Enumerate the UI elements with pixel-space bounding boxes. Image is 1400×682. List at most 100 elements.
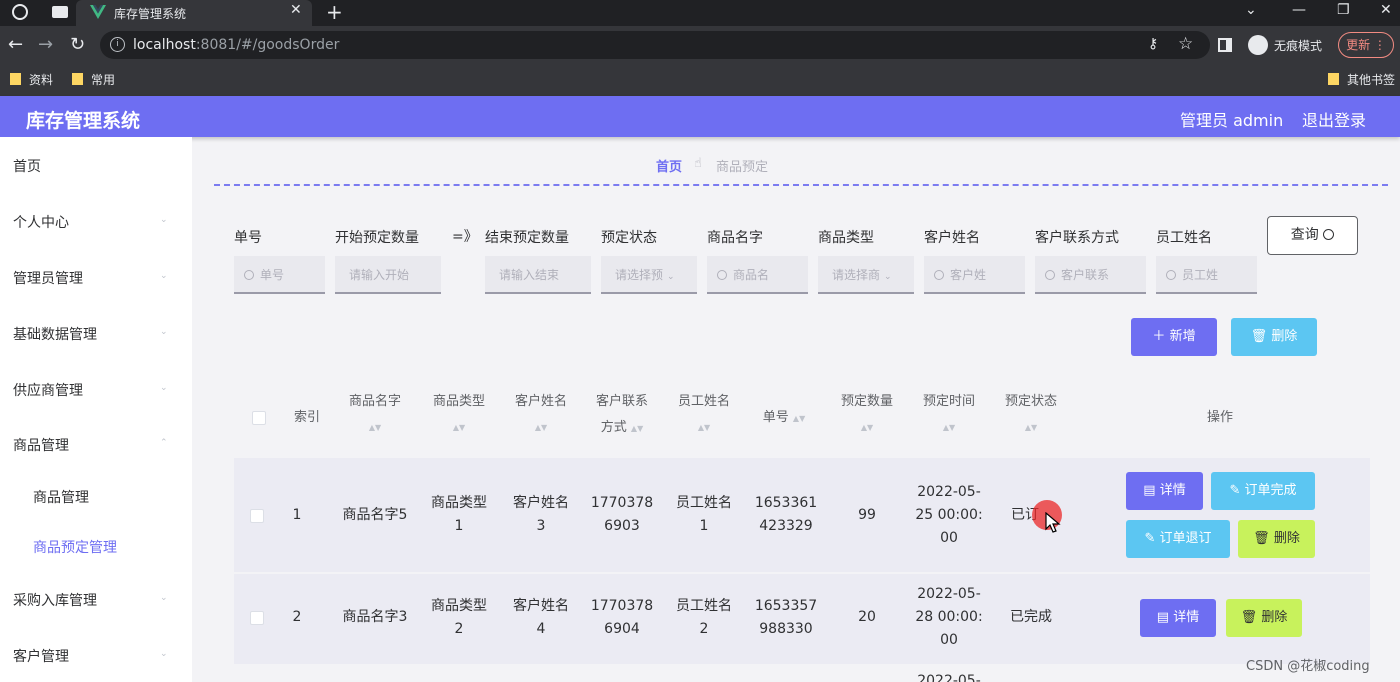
sidebar-subitem-goods-manage[interactable]: 商品管理 (33, 487, 89, 507)
customer-contact-input[interactable]: 客户联系 (1035, 256, 1146, 294)
star-icon[interactable]: ☆ (1178, 34, 1193, 54)
tab-list-chevron-icon[interactable]: ⌄ (1245, 2, 1257, 18)
address-bar[interactable]: i localhost:8081/#/goodsOrder ⚷ ☆ (100, 31, 1210, 59)
order-no-input[interactable]: 单号 (234, 256, 325, 294)
minimize-icon[interactable]: — (1292, 2, 1306, 18)
col-quantity[interactable]: 预定数量 ▲▼ (827, 389, 907, 441)
end-qty-input[interactable]: 请输入结束 (485, 256, 591, 294)
sidebar-item-home[interactable]: 首页 (13, 156, 41, 176)
side-panel-icon[interactable] (1218, 38, 1232, 52)
col-customer-contact[interactable]: 客户联系 方式 ▲▼ (582, 389, 662, 442)
folder-icon (72, 73, 83, 85)
detail-button[interactable]: ▤ 详情 (1126, 472, 1203, 510)
other-bookmarks[interactable]: 其他书签 (1328, 71, 1395, 88)
back-icon[interactable]: ← (8, 34, 23, 55)
filter-label-goods-type: 商品类型 (818, 230, 874, 246)
col-order-no[interactable]: 单号 ▲▼ (744, 405, 824, 432)
sort-icon[interactable]: ▲▼ (631, 424, 643, 433)
select-all-checkbox[interactable] (252, 411, 266, 425)
row-delete-button[interactable]: 🗑 删除 (1238, 520, 1315, 558)
filter-label-staff-name: 员工姓名 (1156, 230, 1212, 246)
filter-label-status: 预定状态 (601, 230, 657, 246)
sort-icon[interactable]: ▲▼ (827, 415, 907, 441)
sidebar-item-purchase[interactable]: 采购入库管理 (13, 590, 97, 610)
document-icon: ▤ (1156, 610, 1170, 625)
sidebar-item-goods[interactable]: 商品管理 (13, 435, 69, 455)
breadcrumb-current: 商品预定 (716, 160, 769, 175)
status-select[interactable]: 请选择预 ⌄ (601, 256, 697, 294)
staff-name-input[interactable]: 员工姓 (1156, 256, 1257, 294)
bookmarks-bar (0, 64, 1400, 96)
col-goods-name[interactable]: 商品名字 ▲▼ (335, 389, 415, 441)
start-qty-input[interactable]: 请输入开始 (335, 256, 441, 294)
chevron-down-icon: ⌄ (160, 649, 168, 659)
row-delete-button[interactable]: 🗑 删除 (1226, 599, 1302, 637)
restore-icon[interactable]: ❐ (1337, 2, 1350, 18)
incognito-label: 无痕模式 (1274, 39, 1323, 53)
reload-icon[interactable]: ↻ (70, 34, 85, 55)
sort-icon[interactable]: ▲▼ (501, 415, 581, 441)
col-goods-type[interactable]: 商品类型 ▲▼ (419, 389, 499, 441)
sort-icon[interactable]: ▲▼ (793, 414, 805, 423)
sort-icon[interactable]: ▲▼ (419, 415, 499, 441)
chevron-down-icon: ⌄ (160, 271, 168, 281)
incognito-icon (1248, 35, 1268, 55)
bookmark-folder-1[interactable]: 资料 (10, 71, 53, 88)
cell-time: 2022-05- 28 00:00: 00 (915, 586, 983, 648)
sort-icon[interactable]: ▲▼ (991, 415, 1071, 441)
folder-icon (10, 73, 21, 85)
vue-logo-icon (90, 5, 106, 19)
sort-icon[interactable]: ▲▼ (909, 415, 989, 441)
col-staff-name[interactable]: 员工姓名 ▲▼ (664, 389, 744, 441)
dashed-divider (214, 184, 1388, 186)
key-icon[interactable]: ⚷ (1148, 36, 1158, 52)
col-time[interactable]: 预定时间 ▲▼ (909, 389, 989, 441)
bulk-delete-button[interactable]: 🗑 删除 (1231, 318, 1317, 356)
close-window-icon[interactable]: ✕ (1380, 2, 1392, 18)
breadcrumb-separator-icon: ☝ (694, 156, 702, 171)
new-tab-icon[interactable]: + (326, 0, 343, 24)
trash-icon: 🗑 (1253, 531, 1270, 546)
query-button[interactable]: 查询 (1267, 216, 1358, 255)
forward-icon[interactable]: → (38, 34, 53, 55)
detail-button[interactable]: ▤ 详情 (1140, 599, 1216, 637)
sidebar-item-profile[interactable]: 个人中心 (13, 212, 69, 232)
cell-staff-name: 员工姓名 1 (676, 495, 732, 534)
sidebar-item-admin[interactable]: 管理员管理 (13, 268, 83, 288)
goods-name-input[interactable]: 商品名 (707, 256, 808, 294)
col-status[interactable]: 预定状态 ▲▼ (991, 389, 1071, 441)
chevron-down-icon: ⌄ (884, 272, 892, 282)
logout-link[interactable]: 退出登录 (1302, 107, 1366, 131)
goods-type-select[interactable]: 请选择商 ⌄ (818, 256, 914, 294)
customer-name-input[interactable]: 客户姓 (924, 256, 1025, 294)
filter-label-start-qty: 开始预定数量 (335, 230, 419, 246)
cell-contact: 1770378 6904 (590, 598, 654, 637)
add-button[interactable]: ＋ 新增 (1131, 318, 1217, 356)
cell-customer-name: 客户姓名 3 (513, 495, 569, 534)
document-icon: ▤ (1143, 483, 1156, 498)
incognito-indicator[interactable]: 无痕模式 (1248, 35, 1322, 55)
cell-index: 1 (292, 507, 302, 523)
row-checkbox[interactable] (250, 611, 264, 625)
globe-icon[interactable] (12, 4, 28, 20)
sidebar-item-customer[interactable]: 客户管理 (13, 646, 69, 666)
filter-label-end-qty: 结束预定数量 (485, 230, 569, 246)
row-checkbox[interactable] (250, 509, 264, 523)
tab-search-icon[interactable] (52, 6, 68, 18)
cancel-order-button[interactable]: ✎ 订单退订 (1126, 520, 1230, 558)
bookmark-folder-2[interactable]: 常用 (72, 71, 115, 88)
complete-order-button[interactable]: ✎ 订单完成 (1211, 472, 1315, 510)
breadcrumb-home[interactable]: 首页 (656, 156, 682, 175)
sidebar-item-supplier[interactable]: 供应商管理 (13, 380, 83, 400)
browser-tab[interactable]: 库存管理系统 ✕ (76, 0, 312, 26)
update-button[interactable]: 更新 ⋮ (1338, 32, 1394, 58)
sort-icon[interactable]: ▲▼ (335, 415, 415, 441)
close-tab-icon[interactable]: ✕ (290, 2, 302, 18)
url-text[interactable]: localhost:8081/#/goodsOrder (133, 37, 339, 53)
sort-icon[interactable]: ▲▼ (664, 415, 744, 441)
sidebar-item-basic-data[interactable]: 基础数据管理 (13, 324, 97, 344)
col-customer-name[interactable]: 客户姓名 ▲▼ (501, 389, 581, 441)
sidebar-subitem-goods-order[interactable]: 商品预定管理 (33, 537, 117, 557)
site-info-icon[interactable]: i (110, 37, 125, 52)
edit-icon: ✎ (1229, 483, 1241, 498)
